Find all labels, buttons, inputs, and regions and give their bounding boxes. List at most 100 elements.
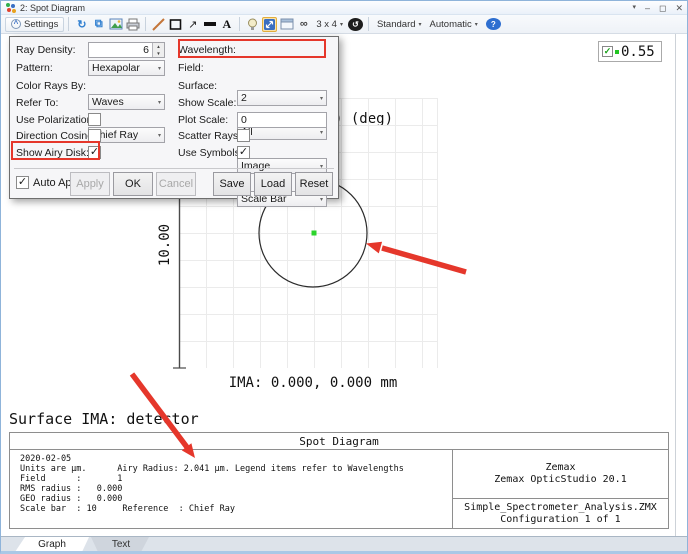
reset-button[interactable]: Reset [295, 172, 333, 196]
brand-cell: Zemax Zemax OpticStudio 20.1 [453, 450, 668, 499]
report-title: Spot Diagram [10, 433, 668, 450]
grid-layout-button[interactable]: 3 x 4 ▾ [312, 17, 347, 32]
scatter-rays-checkbox[interactable] [237, 129, 250, 142]
auto-apply-checkbox[interactable] [16, 176, 29, 189]
settings-toggle-button[interactable]: ^ Settings [5, 17, 64, 32]
spin-up-icon[interactable]: ▲ [153, 43, 164, 50]
update-icon[interactable]: ↺ [348, 18, 363, 31]
window-menu-dropdown-icon[interactable]: ▾ [632, 1, 636, 15]
legend-checkbox[interactable]: ✓ [602, 46, 613, 57]
tab-bar: Graph Text [1, 536, 687, 552]
cancel-button[interactable]: Cancel [156, 172, 196, 196]
plot-scale-input[interactable]: 0 [237, 112, 327, 128]
refer-to-value: Chief Ray [92, 129, 156, 141]
automatic-dropdown-label: Automatic [430, 19, 472, 30]
color-rays-by-dropdown[interactable]: Waves ▾ [88, 94, 165, 110]
fit-window-icon[interactable] [262, 17, 277, 32]
close-button[interactable]: ✕ [675, 1, 683, 15]
legend-color-swatch [615, 50, 619, 54]
surface-value: Image [241, 160, 318, 172]
field-label: Use Symbols: [178, 145, 243, 161]
report-right-column: Zemax Zemax OpticStudio 20.1 Simple_Spec… [452, 450, 668, 528]
field-label: Ray Density: [16, 42, 76, 58]
toolbar: ^ Settings ↻ ⧉ ↗ A ∞ [1, 15, 687, 34]
toolbar-separator [145, 17, 146, 31]
wavelength-highlight-box [178, 39, 326, 58]
scale-bar-label: 10.00 [157, 213, 173, 277]
legend-wavelength-value: 0.55 [621, 44, 655, 60]
page-right-divider [675, 34, 676, 536]
stereo-view-icon[interactable]: ∞ [296, 17, 311, 32]
tab-text[interactable]: Text [91, 537, 151, 552]
panel-separator [14, 168, 334, 169]
apply-button[interactable]: Apply [70, 172, 110, 196]
toolbar-separator [239, 17, 240, 31]
legend-box: ✓ 0.55 [598, 41, 662, 62]
copy-icon[interactable]: ⧉ [91, 17, 106, 32]
tab-graph[interactable]: Graph [15, 537, 89, 552]
chevron-down-icon: ▾ [419, 21, 422, 28]
field-label: Show Scale: [178, 95, 236, 111]
wavelength-value: 2 [241, 92, 318, 104]
load-button[interactable]: Load [254, 172, 292, 196]
brand-line-1: Zemax [545, 462, 575, 474]
field-label: Color Rays By: [16, 78, 86, 94]
ima-coordinates-label: IMA: 0.000, 0.000 mm [213, 375, 413, 391]
maximize-button[interactable]: ◻ [659, 1, 666, 15]
spin-down-icon[interactable]: ▼ [153, 50, 164, 57]
standard-dropdown[interactable]: Standard ▾ [373, 17, 426, 32]
configuration-label: Configuration 1 of 1 [500, 514, 620, 526]
print-icon[interactable] [125, 17, 140, 32]
brand-line-2: Zemax OpticStudio 20.1 [494, 474, 626, 486]
save-image-icon[interactable] [108, 17, 123, 32]
wavelength-dropdown[interactable]: 2 ▾ [237, 90, 327, 106]
chevron-down-icon: ▾ [340, 21, 343, 28]
settings-button-label: Settings [24, 19, 58, 30]
grid-layout-label: 3 x 4 [316, 19, 337, 30]
minimize-button[interactable]: – [645, 1, 650, 15]
lightbulb-icon[interactable] [245, 17, 260, 32]
field-label: Refer To: [16, 95, 58, 111]
rectangle-tool-icon[interactable] [168, 17, 183, 32]
thick-line-tool-icon[interactable] [202, 17, 217, 32]
chevron-down-icon: ▾ [158, 99, 161, 106]
spot-diagram-window: 2: Spot Diagram ▾ – ◻ ✕ ^ Settings ↻ ⧉ ↗ [0, 0, 688, 554]
toolbar-separator [68, 17, 69, 31]
pattern-dropdown[interactable]: Hexapolar ▾ [88, 60, 165, 76]
help-icon[interactable]: ? [486, 18, 501, 30]
refresh-icon[interactable]: ↻ [74, 17, 89, 32]
plot-scale-value: 0 [241, 114, 247, 126]
text-tool-icon[interactable]: A [219, 17, 234, 32]
chevron-down-icon: ▾ [320, 95, 323, 102]
surface-label: Surface IMA: detector [9, 410, 199, 428]
file-cell: Simple_Spectrometer_Analysis.ZMX Configu… [453, 500, 668, 528]
save-button[interactable]: Save [213, 172, 251, 196]
field-label: Surface: [178, 78, 217, 94]
chevron-down-icon: ▾ [158, 132, 161, 139]
chevron-down-icon: ▾ [475, 21, 478, 28]
toolbar-separator [368, 17, 369, 31]
use-polarization-checkbox[interactable] [88, 113, 101, 126]
ray-density-spinner[interactable]: 6 ▲▼ [88, 42, 165, 58]
arrow-tool-icon[interactable]: ↗ [185, 17, 200, 32]
automatic-dropdown[interactable]: Automatic ▾ [426, 17, 482, 32]
report-table: Spot Diagram 2020-02-05 Units are µm. Ai… [9, 432, 669, 529]
app-icon [6, 3, 16, 13]
color-rays-by-value: Waves [92, 96, 156, 108]
chevron-down-icon: ▾ [320, 196, 323, 203]
titlebar: 2: Spot Diagram ▾ – ◻ ✕ [1, 1, 687, 15]
chevron-down-icon: ▾ [320, 129, 323, 136]
field-label: Use Polarization: [16, 112, 95, 128]
line-tool-icon[interactable] [151, 17, 166, 32]
window-title: 2: Spot Diagram [20, 3, 85, 13]
copy-window-icon[interactable] [279, 17, 294, 32]
standard-dropdown-label: Standard [377, 19, 416, 30]
pattern-value: Hexapolar [92, 62, 156, 74]
settings-panel: Ray Density: Pattern: Color Rays By: Ref… [9, 36, 339, 199]
field-label: Plot Scale: [178, 112, 228, 128]
field-label: Scatter Rays: [178, 128, 241, 144]
report-info-text: 2020-02-05 Units are µm. Airy Radius: 2.… [20, 454, 404, 514]
ok-button[interactable]: OK [113, 172, 153, 196]
use-symbols-checkbox[interactable] [237, 146, 250, 159]
chevron-up-circle-icon: ^ [11, 19, 21, 29]
